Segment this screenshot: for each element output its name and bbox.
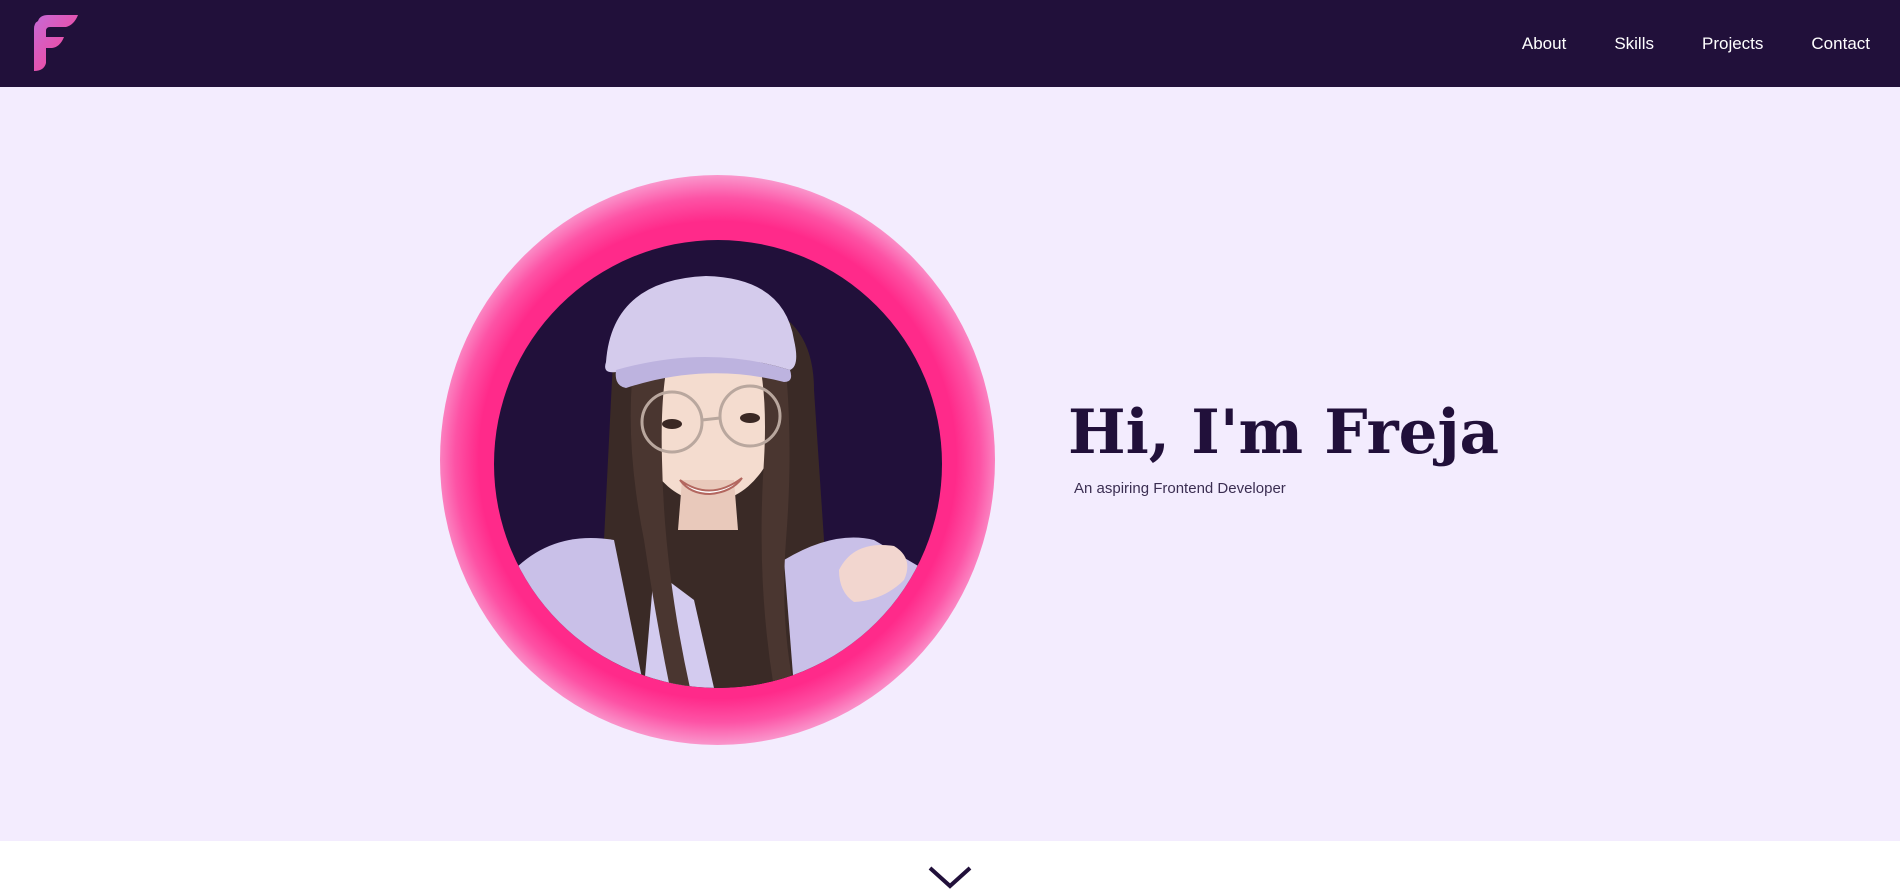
f-logo-icon[interactable] <box>28 13 80 73</box>
hero-tagline: An aspiring Frontend Developer <box>1074 480 1286 497</box>
nav-link-contact[interactable]: Contact <box>1811 34 1870 54</box>
nav-menu: About Skills Projects Contact <box>1474 0 1870 87</box>
nav-link-skills[interactable]: Skills <box>1614 34 1654 54</box>
nav-link-about[interactable]: About <box>1522 34 1566 54</box>
hero-greeting: Hi, I'm Freja <box>1068 397 1500 468</box>
nav-link-projects[interactable]: Projects <box>1702 34 1763 54</box>
profile-photo <box>494 240 942 688</box>
navbar: About Skills Projects Contact <box>0 0 1900 87</box>
chevron-down-icon[interactable] <box>926 866 974 890</box>
